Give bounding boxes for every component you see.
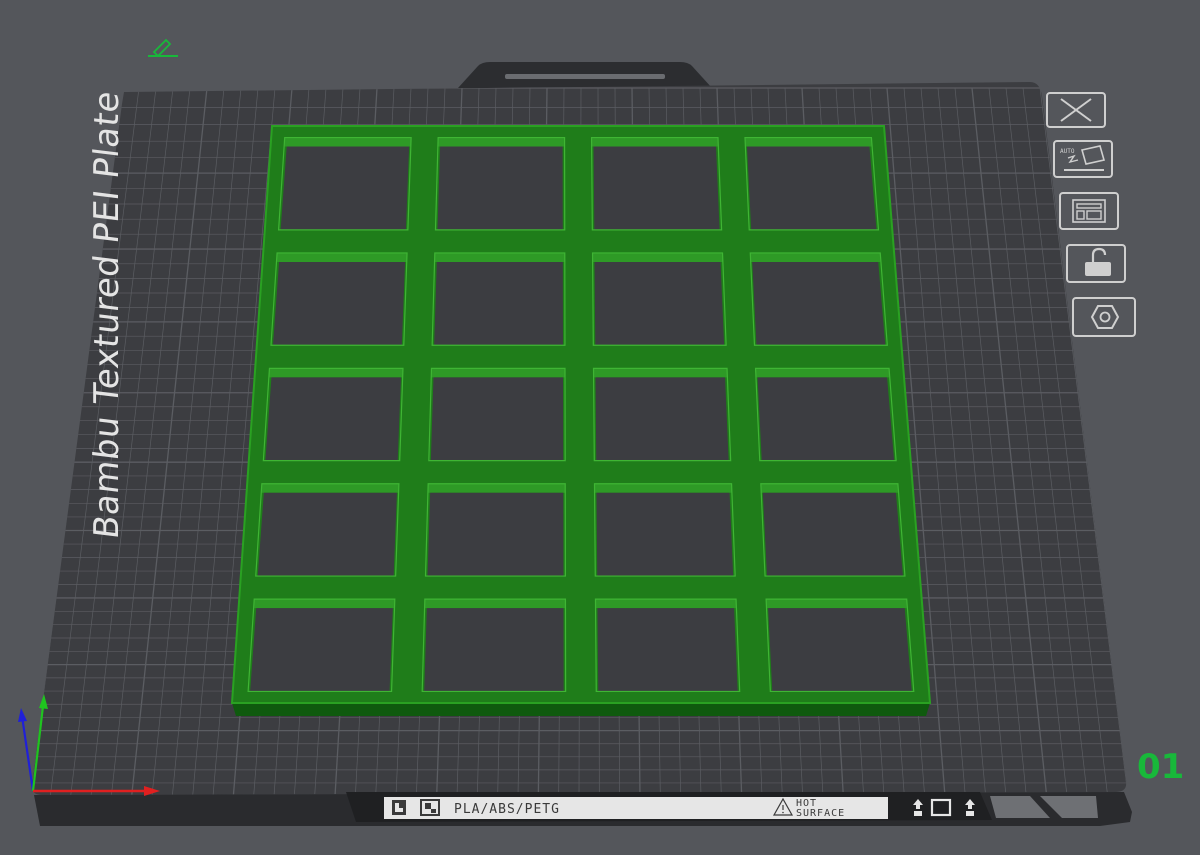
- tray-cell: [757, 377, 895, 461]
- plate-settings-button[interactable]: [1072, 297, 1136, 337]
- arrange-icon: [1072, 199, 1106, 223]
- tray-cell: [424, 608, 564, 692]
- tray-cell: [593, 146, 720, 230]
- auto-orient-button[interactable]: AUTO: [1053, 140, 1113, 178]
- tray-cell: [768, 608, 912, 692]
- 3d-viewport[interactable]: Bambu Textured PEI Plate PLA/ABS/PETG HO…: [0, 0, 1200, 855]
- tray-cell: [430, 377, 564, 461]
- material-compatibility-label: PLA/ABS/PETG: [454, 802, 560, 817]
- tray-front-wall: [232, 703, 930, 716]
- lock-icon: [1085, 247, 1111, 276]
- edit-icon[interactable]: [148, 38, 178, 58]
- tray-cell: [437, 146, 563, 230]
- tray-cell: [597, 608, 738, 692]
- tray-cell: [746, 146, 877, 230]
- svg-text:AUTO: AUTO: [1060, 148, 1075, 155]
- tray-cell: [595, 377, 729, 461]
- tray-cell: [257, 492, 397, 577]
- tray-cell: [265, 377, 401, 461]
- plate-tab-slot: [505, 74, 665, 79]
- tray-cell: [752, 261, 886, 346]
- lock-plate-button[interactable]: [1066, 244, 1126, 283]
- tray-cell: [280, 146, 410, 230]
- arrange-button[interactable]: [1059, 192, 1119, 230]
- plate-label: Bambu Textured PEI Plate: [87, 89, 127, 542]
- tray-cell: [427, 492, 564, 577]
- tray-cell: [434, 261, 563, 346]
- tray-cell: [272, 261, 406, 346]
- material-icon-a: [392, 800, 406, 815]
- plate-number[interactable]: 01: [1137, 747, 1184, 787]
- tray-cell: [594, 261, 725, 346]
- tray-cell: [250, 608, 393, 692]
- hex-nut-icon: [1090, 305, 1120, 329]
- tray-cell: [762, 492, 903, 577]
- close-icon: [1060, 98, 1092, 122]
- z-axis: [20, 715, 35, 792]
- model-grid-tray[interactable]: [230, 125, 932, 716]
- hot-surface-label-line2: SURFACE: [796, 808, 845, 819]
- close-plate-button[interactable]: [1046, 92, 1106, 128]
- auto-orient-icon: AUTO: [1060, 145, 1106, 171]
- tray-cell: [596, 492, 734, 577]
